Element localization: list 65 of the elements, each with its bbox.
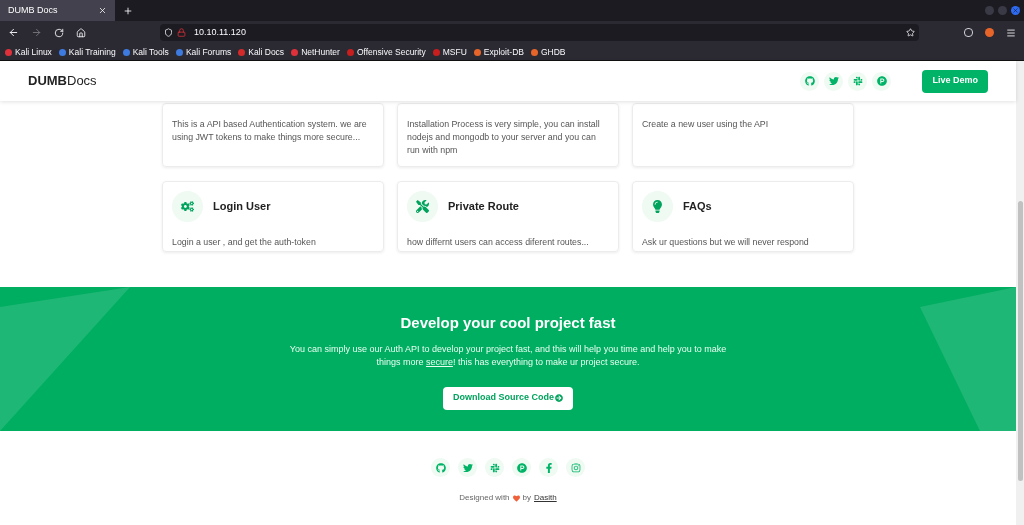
hash-icon[interactable] bbox=[848, 71, 868, 91]
feature-description: Create a new user using the API bbox=[642, 118, 770, 131]
bookmark[interactable]: Kali Forums bbox=[175, 45, 232, 59]
bookmark[interactable]: Kali Docs bbox=[238, 45, 285, 59]
bookmark-favicon bbox=[175, 48, 183, 56]
bookmark-favicon bbox=[473, 48, 481, 56]
maximize-button[interactable] bbox=[998, 6, 1007, 15]
facebook-icon[interactable] bbox=[539, 458, 558, 477]
lock-icon bbox=[177, 28, 186, 37]
bookmark[interactable]: GHDB bbox=[530, 45, 566, 59]
feature-description: This is a API based Authentication system. we are using JWT tokens to make things more secure... bbox=[172, 118, 368, 144]
bird-icon[interactable] bbox=[824, 71, 844, 91]
reload-icon[interactable] bbox=[54, 27, 64, 38]
github-icon[interactable] bbox=[431, 458, 450, 477]
feature-title: Login User bbox=[213, 199, 271, 215]
pocket-icon[interactable] bbox=[964, 28, 973, 37]
menu-icon[interactable] bbox=[1006, 27, 1016, 38]
bookmark-favicon bbox=[58, 48, 66, 56]
bookmark-favicon bbox=[122, 48, 130, 56]
bookmark-star-icon[interactable] bbox=[906, 28, 915, 37]
new-tab-icon[interactable] bbox=[123, 5, 133, 16]
bookmark-favicon bbox=[291, 48, 299, 56]
bookmark-favicon bbox=[530, 48, 538, 56]
minimize-button[interactable] bbox=[985, 6, 994, 15]
bird-icon[interactable] bbox=[458, 458, 477, 477]
close-button[interactable] bbox=[1011, 6, 1020, 15]
heart-icon bbox=[512, 494, 520, 502]
logo[interactable]: DUMBDocs bbox=[28, 71, 97, 91]
bookmark[interactable]: Kali Training bbox=[58, 45, 116, 59]
forward-icon[interactable] bbox=[31, 27, 42, 38]
feature-title: FAQs bbox=[683, 199, 712, 215]
bookmark[interactable]: MSFU bbox=[432, 45, 467, 59]
cta-title: Develop your cool project fast bbox=[400, 313, 616, 333]
hash-icon[interactable] bbox=[485, 458, 504, 477]
credit-text: Designed with by Dasith bbox=[459, 492, 557, 504]
instagram-icon[interactable] bbox=[566, 458, 585, 477]
lightbulb-icon bbox=[642, 191, 673, 222]
home-icon[interactable] bbox=[76, 27, 86, 38]
bookmark[interactable]: Offensive Security bbox=[346, 45, 426, 59]
feature-description: Login a user , and get the auth-token bbox=[172, 236, 317, 249]
gears-icon bbox=[172, 191, 203, 222]
shield-icon bbox=[164, 28, 173, 37]
github-icon[interactable] bbox=[800, 71, 820, 91]
feature-description: Ask ur questions but we will never respond bbox=[642, 236, 810, 249]
author-link[interactable]: Dasith bbox=[534, 492, 557, 504]
feature-description: Installation Process is very simple, you can install nodejs and mongodb to your server and you can run with npm bbox=[407, 118, 601, 157]
feature-title: Private Route bbox=[448, 199, 519, 215]
bookmark-favicon bbox=[432, 48, 440, 56]
bookmark[interactable]: Kali Tools bbox=[122, 45, 169, 59]
close-icon[interactable] bbox=[98, 6, 107, 15]
bookmark-favicon bbox=[5, 48, 12, 56]
tools-icon bbox=[407, 191, 438, 222]
scrollbar[interactable] bbox=[1016, 61, 1024, 525]
browser-tab[interactable]: DUMB Docs bbox=[0, 0, 115, 21]
feature-description: how differnt users can access diferent routes... bbox=[407, 236, 590, 249]
extension-icon[interactable] bbox=[985, 28, 994, 37]
bookmark[interactable]: Kali Linux bbox=[5, 45, 52, 59]
back-icon[interactable] bbox=[8, 27, 19, 38]
url-text: 10.10.11.120 bbox=[194, 25, 246, 39]
bookmark-favicon bbox=[346, 48, 354, 56]
bookmark[interactable]: NetHunter bbox=[291, 45, 340, 59]
bookmark-favicon bbox=[238, 48, 246, 56]
cta-text: You can simply use our Auth API to develop your project fast, and this will help you time and help you to make things more secure! this has everything to make ur project secure. bbox=[288, 342, 728, 369]
address-bar[interactable]: 10.10.11.120 bbox=[160, 24, 919, 41]
bookmark[interactable]: Exploit-DB bbox=[473, 45, 524, 59]
